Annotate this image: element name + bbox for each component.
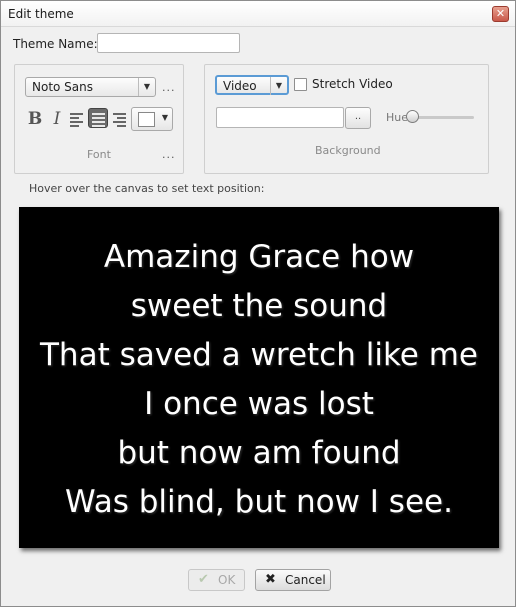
lyric-line: but now am found bbox=[117, 435, 401, 471]
window-title: Edit theme bbox=[8, 7, 74, 21]
lyric-line: Amazing Grace how bbox=[103, 239, 415, 275]
font-family-select[interactable]: Noto Sans ▼ bbox=[25, 77, 156, 97]
ok-button-label: OK bbox=[218, 573, 236, 587]
background-type-value: Video bbox=[223, 79, 257, 93]
chevron-down-icon: ▼ bbox=[161, 113, 168, 122]
font-panel: Noto Sans ▼ ... B I ▼ Font ... bbox=[14, 64, 184, 174]
text-color-button[interactable]: ▼ bbox=[131, 107, 173, 131]
cancel-button-label: Cancel bbox=[285, 573, 326, 587]
background-panel: Video ▼ Stretch Video .. Hue Background bbox=[204, 64, 489, 174]
lyrics-text: Amazing Grace how sweet the sound That s… bbox=[19, 233, 499, 527]
lyric-line: Was blind, but now I see. bbox=[65, 484, 453, 520]
close-icon: ✖ bbox=[265, 572, 276, 587]
align-right-icon bbox=[113, 113, 126, 129]
preview-canvas[interactable]: Amazing Grace how sweet the sound That s… bbox=[19, 207, 499, 548]
close-icon[interactable]: ✕ bbox=[492, 6, 509, 22]
stretch-video-checkbox[interactable] bbox=[294, 78, 307, 91]
bold-button[interactable]: B bbox=[25, 109, 45, 129]
align-left-icon bbox=[70, 113, 83, 129]
background-type-select[interactable]: Video ▼ bbox=[215, 75, 289, 95]
align-right-button[interactable] bbox=[110, 109, 130, 129]
background-path-input[interactable] bbox=[216, 107, 344, 128]
italic-button[interactable]: I bbox=[47, 109, 67, 129]
checkmark-icon: ✔ bbox=[198, 572, 209, 587]
align-center-icon bbox=[92, 113, 105, 129]
cancel-button[interactable]: ✖ Cancel bbox=[255, 569, 331, 591]
hue-slider-thumb[interactable] bbox=[406, 110, 419, 123]
hue-label: Hue bbox=[386, 111, 409, 124]
canvas-hint: Hover over the canvas to set text positi… bbox=[29, 182, 265, 195]
ok-button[interactable]: ✔ OK bbox=[188, 569, 245, 591]
lyric-line: That saved a wretch like me bbox=[40, 337, 478, 373]
chevron-down-icon: ▼ bbox=[138, 78, 155, 96]
text-color-swatch bbox=[138, 112, 155, 127]
font-caption-more[interactable]: ... bbox=[162, 148, 176, 161]
stretch-video-label: Stretch Video bbox=[312, 77, 393, 91]
chevron-down-icon: ▼ bbox=[270, 77, 287, 95]
align-center-button[interactable] bbox=[88, 108, 108, 128]
align-left-button[interactable] bbox=[67, 109, 87, 129]
title-bar[interactable]: Edit theme ✕ bbox=[1, 1, 515, 27]
font-family-value: Noto Sans bbox=[32, 80, 94, 94]
font-panel-caption: Font bbox=[87, 148, 111, 161]
lyric-line: I once was lost bbox=[144, 386, 374, 422]
browse-button[interactable]: .. bbox=[345, 107, 371, 129]
theme-name-label: Theme Name: bbox=[13, 37, 98, 51]
background-panel-caption: Background bbox=[315, 144, 381, 157]
theme-name-input[interactable] bbox=[97, 33, 240, 53]
font-more-button[interactable]: ... bbox=[162, 81, 176, 94]
edit-theme-window: Edit theme ✕ Theme Name: Noto Sans ▼ ...… bbox=[0, 0, 516, 607]
lyric-line: sweet the sound bbox=[130, 288, 388, 324]
